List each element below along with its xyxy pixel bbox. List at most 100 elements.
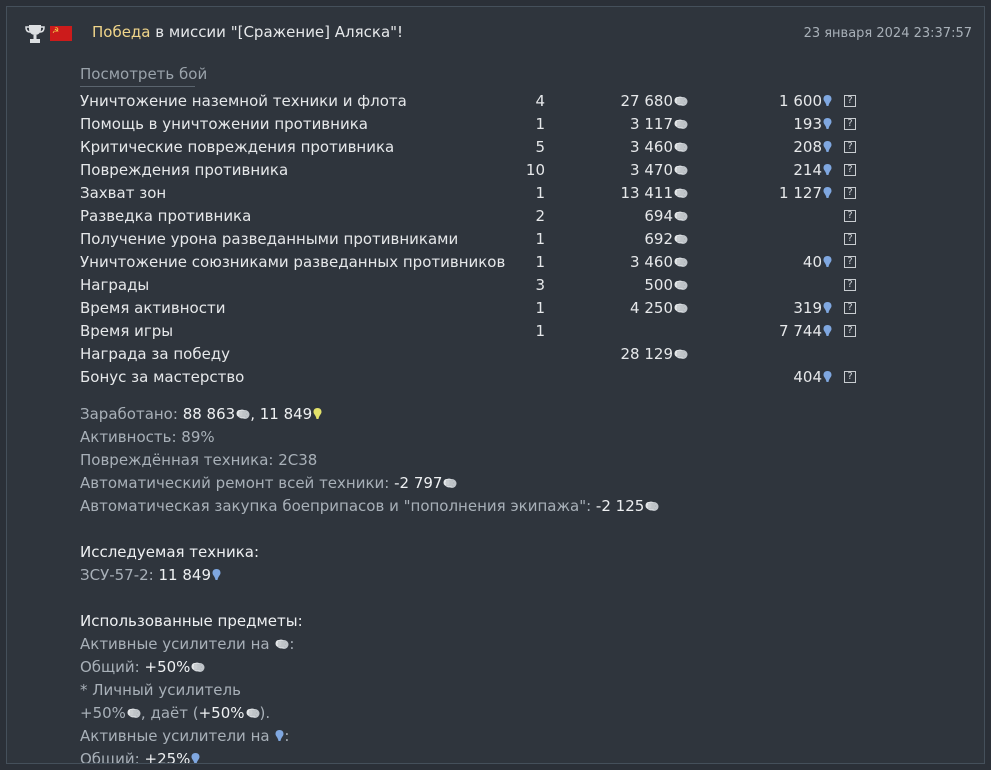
row-label: Бонус за мастерство <box>80 368 245 386</box>
table-row: Получение урона разведанными противникам… <box>80 228 880 251</box>
silver-lions-icon <box>674 348 688 360</box>
earned-sep: , <box>250 405 260 423</box>
help-icon[interactable]: ? <box>844 164 856 176</box>
help-icon[interactable]: ? <box>844 95 856 107</box>
research-label: ЗСУ-57-2: <box>80 566 159 584</box>
row-label: Получение урона разведанными противникам… <box>80 230 459 248</box>
row-label: Время активности <box>80 299 226 317</box>
total-label: Общий: <box>80 750 145 764</box>
boost-rp-line: Активные усилители на : <box>80 725 960 748</box>
help-icon[interactable]: ? <box>844 371 856 383</box>
gives-end: ). <box>259 704 271 722</box>
row-label: Награда за победу <box>80 345 231 363</box>
repair-value: -2 797 <box>394 474 443 492</box>
row-silver: 13 411 <box>548 182 688 205</box>
mission-title: Победа в миссии "[Сражение] Аляска"! <box>92 23 403 41</box>
row-silver: 3 460 <box>548 136 688 159</box>
help-icon[interactable]: ? <box>844 118 856 130</box>
boost-sl-label: Активные усилители на <box>80 635 275 653</box>
earned-sl: 88 863 <box>182 405 236 423</box>
row-label: Награды <box>80 276 150 294</box>
research-points-icon <box>823 117 832 130</box>
row-research: 40 <box>712 251 832 274</box>
row-research: 7 744 <box>712 320 832 343</box>
research-value: 11 849 <box>158 566 212 584</box>
activity-line: Активность: 89% <box>80 428 215 446</box>
row-research-value: 1 600 <box>779 92 822 110</box>
table-row: Время активности 1 4 250 319? <box>80 297 880 320</box>
row-research-value: 404 <box>793 368 822 386</box>
row-silver: 4 250 <box>548 297 688 320</box>
row-research: 1 600 <box>712 90 832 113</box>
mission-text: в миссии "[Сражение] Аляска"! <box>150 23 404 41</box>
research-points-icon <box>823 94 832 107</box>
research-points-icon <box>275 729 284 742</box>
research-points-icon <box>823 163 832 176</box>
row-count: 4 <box>535 92 545 110</box>
table-row: Повреждения противника 10 3 470 214? <box>80 159 880 182</box>
row-label: Повреждения противника <box>80 161 289 179</box>
total-label: Общий: <box>80 658 145 676</box>
row-silver-value: 694 <box>644 207 673 225</box>
row-silver-value: 500 <box>644 276 673 294</box>
row-silver-value: 3 117 <box>630 115 673 133</box>
research-points-icon <box>823 255 832 268</box>
research-points-icon <box>823 186 832 199</box>
report-date: 23 января 2024 23:37:57 <box>803 26 972 41</box>
help-icon[interactable]: ? <box>844 210 856 222</box>
victory-label: Победа <box>92 23 151 41</box>
row-label: Уничтожение наземной техники и флота <box>80 92 407 110</box>
research-points-icon <box>823 301 832 314</box>
row-silver-value: 3 460 <box>630 253 673 271</box>
row-count: 2 <box>535 207 545 225</box>
help-icon[interactable]: ? <box>844 233 856 245</box>
silver-lions-icon <box>674 164 688 176</box>
row-research-value: 40 <box>802 253 822 271</box>
row-label: Помощь в уничтожении противника <box>80 115 368 133</box>
row-silver-value: 3 460 <box>630 138 673 156</box>
help-icon[interactable]: ? <box>844 325 856 337</box>
silver-lions-icon <box>443 477 457 489</box>
table-row: Бонус за мастерство 404? <box>80 366 880 389</box>
row-silver-value: 4 250 <box>630 299 673 317</box>
row-count: 1 <box>535 115 545 133</box>
silver-lions-icon <box>645 500 659 512</box>
help-icon[interactable]: ? <box>844 187 856 199</box>
row-silver: 3 470 <box>548 159 688 182</box>
help-icon[interactable]: ? <box>844 141 856 153</box>
research-line: ЗСУ-57-2: 11 849 <box>80 564 960 587</box>
row-silver: 694 <box>548 205 688 228</box>
total-rp-line: Общий: +25% <box>80 748 960 764</box>
silver-lions-icon <box>246 707 260 719</box>
research-title: Исследуемая техника: <box>80 543 260 561</box>
boost-rp-label: Активные усилители на <box>80 727 275 745</box>
help-icon[interactable]: ? <box>844 302 856 314</box>
row-silver: 27 680 <box>548 90 688 113</box>
research-points-gold-icon <box>313 407 322 420</box>
row-silver: 692 <box>548 228 688 251</box>
table-row: Помощь в уничтожении противника 1 3 117 193… <box>80 113 880 136</box>
repair-line: Автоматический ремонт всей техники: -2 7… <box>80 472 960 495</box>
watch-battle-link[interactable]: Посмотреть бой <box>80 65 207 83</box>
help-icon[interactable]: ? <box>844 279 856 291</box>
silver-lions-icon <box>674 256 688 268</box>
research-points-icon <box>191 752 200 764</box>
row-count: 1 <box>535 184 545 202</box>
row-silver-value: 692 <box>644 230 673 248</box>
row-research-value: 319 <box>793 299 822 317</box>
row-label: Захват зон <box>80 184 167 202</box>
colon: : <box>289 635 295 653</box>
row-count: 10 <box>525 161 545 179</box>
table-row: Уничтожение наземной техники и флота 4 27 … <box>80 90 880 113</box>
boost-sl-line: Активные усилители на : <box>80 633 960 656</box>
summary-section: Заработано: 88 863, 11 849 Активность: 8… <box>80 403 960 764</box>
row-count: 1 <box>535 253 545 271</box>
row-research: 193 <box>712 113 832 136</box>
repair-label: Автоматический ремонт всей техники: <box>80 474 395 492</box>
help-icon[interactable]: ? <box>844 256 856 268</box>
earned-rp: 11 849 <box>259 405 313 423</box>
row-count: 1 <box>535 230 545 248</box>
table-row: Уничтожение союзниками разведанных проти… <box>80 251 880 274</box>
row-silver-value: 3 470 <box>630 161 673 179</box>
table-row: Захват зон 1 13 411 1 127? <box>80 182 880 205</box>
